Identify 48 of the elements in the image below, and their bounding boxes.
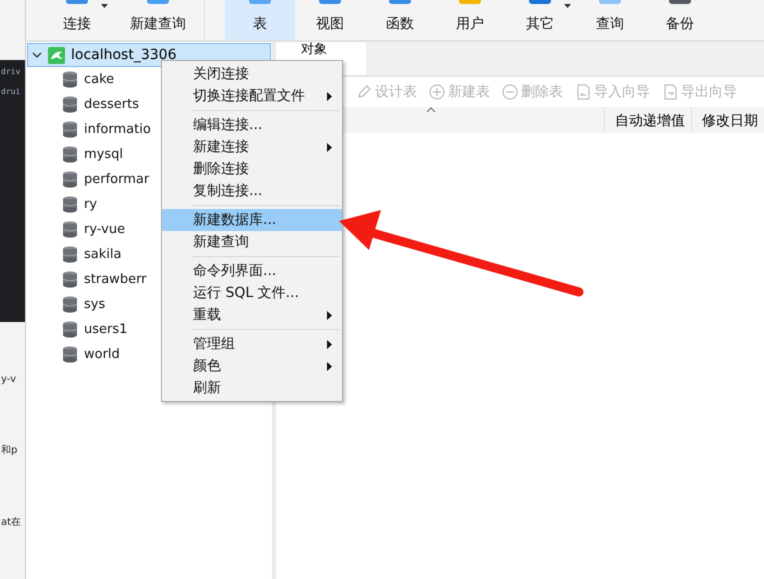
database-icon [62,346,78,363]
toolbar-button[interactable]: 函数 [365,0,435,40]
toolbar-button[interactable]: 其它 [505,0,575,40]
database-icon [62,121,78,138]
chevron-icon [32,52,42,58]
database-icon [62,96,78,113]
database-icon [62,221,78,238]
toolbar-button[interactable]: 连接 [42,0,112,40]
column-header[interactable]: 自动递增值 [604,107,691,130]
menu-item[interactable]: 颜色 [162,355,342,377]
menu-item[interactable]: 新建查询 [162,231,342,253]
database-icon [62,321,78,338]
code-line: driv [0,66,22,78]
menu-item[interactable]: 复制连接... [162,180,342,202]
toolbar-button[interactable]: 新建查询 [112,0,205,40]
database-icon [62,171,78,188]
menu-item[interactable]: 新建连接 [162,136,342,158]
menu-item[interactable]: 命令列界面... [162,260,342,282]
dolphin-icon [48,46,65,64]
database-icon [62,71,78,88]
toolbar-button[interactable]: 表 [225,0,295,40]
toolbar-button[interactable]: 查询 [575,0,645,40]
menu-item[interactable]: 刷新 [162,377,342,399]
database-icon [62,246,78,263]
menu-item[interactable]: 运行 SQL 文件... [162,282,342,304]
menu-item[interactable]: 管理组 [162,333,342,355]
toolbar-button[interactable]: 用户 [435,0,505,40]
column-header[interactable]: 修改日期 [691,107,764,130]
database-icon [62,296,78,313]
pencil-icon [356,84,372,100]
code-line: drui [0,86,22,98]
menu-item[interactable]: 编辑连接... [162,114,342,136]
database-icon [62,146,78,163]
minus-icon [502,84,518,100]
menu-item[interactable]: 删除连接 [162,158,342,180]
article-text: at在 [0,516,22,529]
document-icon [575,84,591,100]
database-icon [62,271,78,288]
toolbar-button[interactable]: 备份 [645,0,715,40]
plus-icon [429,84,445,100]
article-text: 和p [0,444,18,457]
document-icon [662,84,678,100]
menu-item[interactable]: 重载 [162,304,342,326]
menu-item[interactable]: 切换连接配置文件 [162,85,342,107]
article-text: y-v [0,374,17,385]
database-icon [62,196,78,213]
menu-item[interactable]: 新建数据库... [162,209,342,231]
toolbar-button[interactable]: 视图 [295,0,365,40]
